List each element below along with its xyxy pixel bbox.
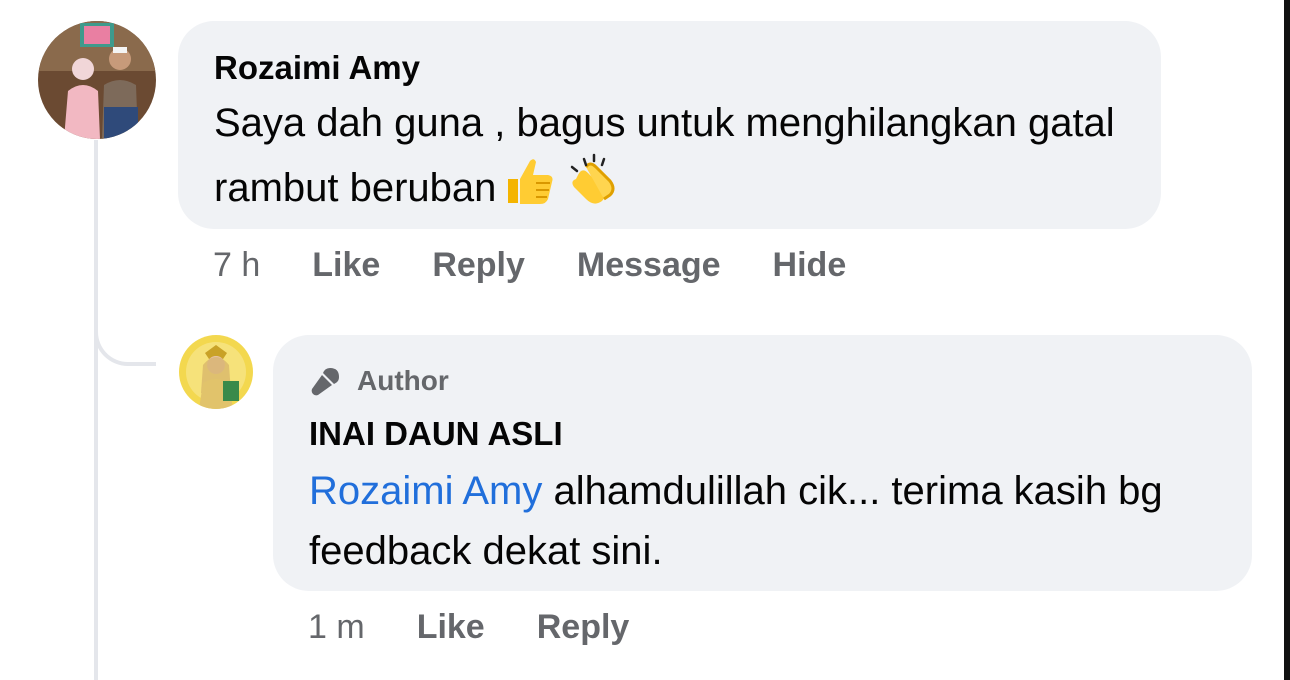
microphone-icon — [311, 368, 339, 396]
comment-author-name[interactable]: Rozaimi Amy — [214, 47, 1161, 89]
comment-thread: Rozaimi Amy Saya dah guna , bagus untuk … — [0, 0, 1290, 680]
reply-reply-button[interactable]: Reply — [537, 608, 630, 647]
reply-author-name[interactable]: INAI DAUN ASLI — [309, 413, 1252, 455]
message-button[interactable]: Message — [577, 246, 721, 285]
author-badge: Author — [309, 363, 1252, 399]
like-button[interactable]: Like — [312, 246, 380, 285]
author-avatar[interactable] — [179, 335, 253, 409]
reply-button[interactable]: Reply — [432, 246, 525, 285]
thumbs-up-icon — [502, 153, 558, 226]
commenter-avatar[interactable] — [38, 21, 156, 139]
reply-text: Rozaimi Amy alhamdulillah cik... terima … — [309, 461, 1219, 581]
screen-edge — [1284, 0, 1290, 680]
reply-timestamp[interactable]: 1 m — [308, 608, 365, 647]
author-badge-label: Author — [357, 365, 449, 396]
comment-timestamp[interactable]: 7 h — [213, 246, 260, 285]
reply-connector — [94, 300, 156, 366]
reply-actions: 1 m Like Reply — [308, 608, 681, 647]
clapping-hands-icon — [564, 153, 620, 226]
comment-body: Saya dah guna , bagus untuk menghilangka… — [214, 101, 1115, 210]
mention-link[interactable]: Rozaimi Amy — [309, 469, 542, 513]
comment-text: Saya dah guna , bagus untuk menghilangka… — [214, 93, 1124, 226]
reply-like-button[interactable]: Like — [417, 608, 485, 647]
thread-line — [94, 140, 98, 680]
comment-bubble: Rozaimi Amy Saya dah guna , bagus untuk … — [178, 21, 1161, 229]
comment-actions: 7 h Like Reply Message Hide — [213, 246, 898, 285]
hide-button[interactable]: Hide — [773, 246, 847, 285]
reply-bubble: Author INAI DAUN ASLI Rozaimi Amy alhamd… — [273, 335, 1252, 591]
